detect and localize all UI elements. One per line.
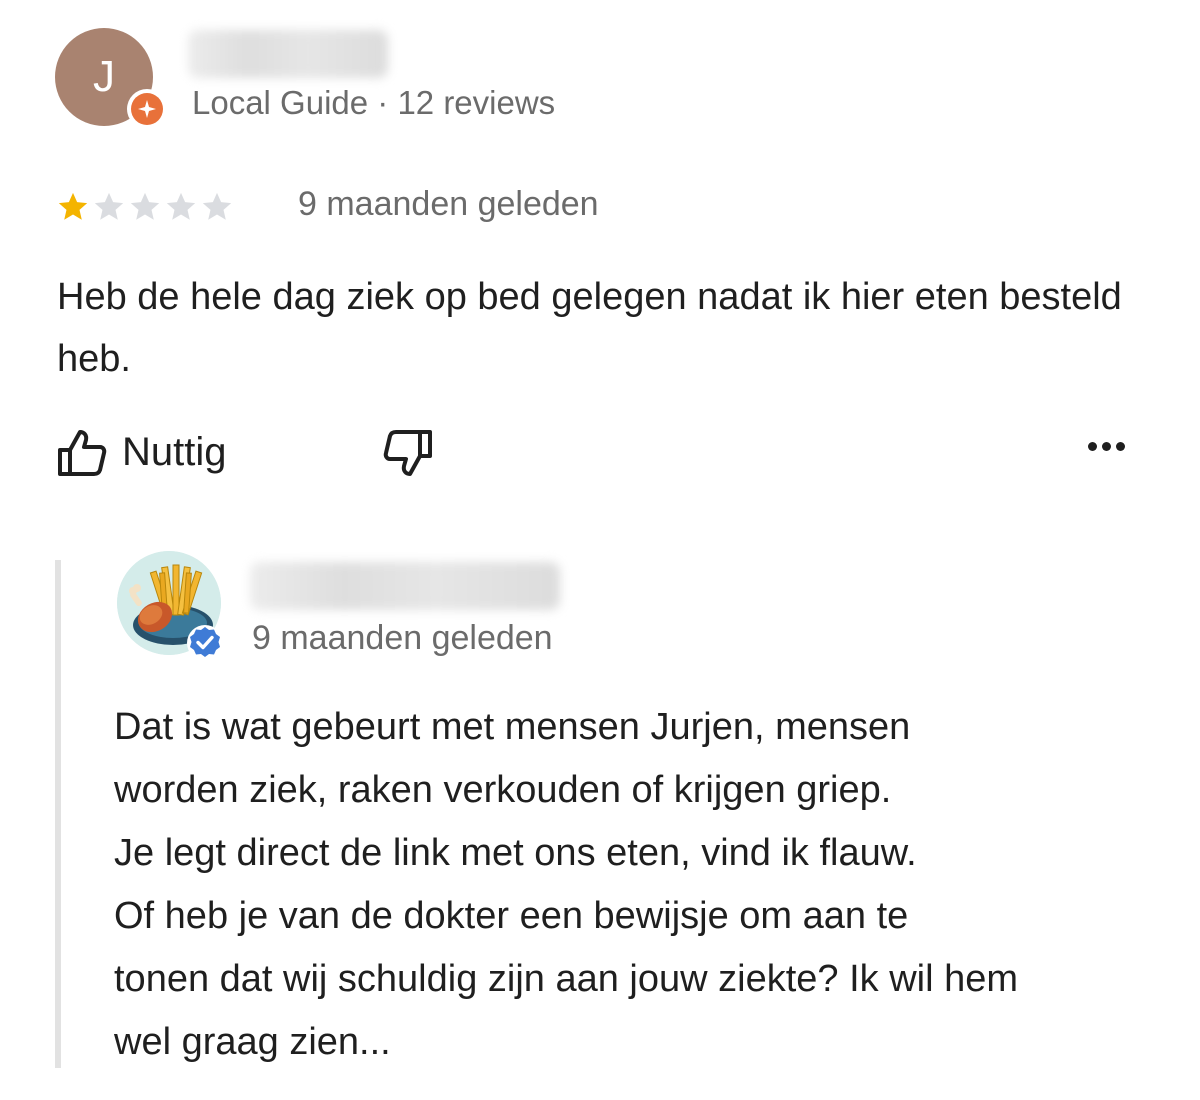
more-options-icon[interactable] xyxy=(1088,442,1125,451)
helpful-label: Nuttig xyxy=(122,429,227,474)
verified-check-icon xyxy=(187,625,223,661)
reply-line: worden ziek, raken verkouden of krijgen … xyxy=(114,769,892,811)
reviewer-meta[interactable]: Local Guide · 12 reviews xyxy=(192,84,555,122)
review-text: Heb de hele dag ziek op bed gelegen nada… xyxy=(57,276,1122,380)
not-helpful-button[interactable] xyxy=(380,428,434,485)
reviewer-initial: J xyxy=(93,52,115,101)
local-guide-star-icon xyxy=(127,89,167,129)
review-date: 9 maanden geleden xyxy=(298,185,599,223)
star-empty-icon xyxy=(202,192,232,220)
reply-line: wel graag zien... xyxy=(114,1021,391,1063)
reply-line: Of heb je van de dokter een bewijsje om … xyxy=(114,895,909,937)
thumbs-up-icon xyxy=(58,430,107,476)
thumbs-down-icon xyxy=(383,430,432,476)
owner-name-blurred[interactable] xyxy=(250,562,560,610)
helpful-button[interactable]: Nuttig xyxy=(56,426,227,478)
star-empty-icon xyxy=(166,192,196,220)
reviewer-name-blurred[interactable] xyxy=(188,30,388,78)
reply-indent-bar xyxy=(55,560,61,1068)
reply-line: Dat is wat gebeurt met mensen Jurjen, me… xyxy=(114,706,911,748)
star-filled-icon xyxy=(58,192,88,220)
star-rating xyxy=(56,190,234,224)
reply-text: Dat is wat gebeurt met mensen Jurjen, me… xyxy=(114,696,1174,1074)
reply-line: Je legt direct de link met ons eten, vin… xyxy=(114,832,917,874)
reply-line: tonen dat wij schuldig zijn aan jouw zie… xyxy=(114,958,1019,1000)
star-empty-icon xyxy=(94,192,124,220)
review-actions: Nuttig xyxy=(0,420,1200,490)
reply-date: 9 maanden geleden xyxy=(252,619,553,657)
star-empty-icon xyxy=(130,192,160,220)
